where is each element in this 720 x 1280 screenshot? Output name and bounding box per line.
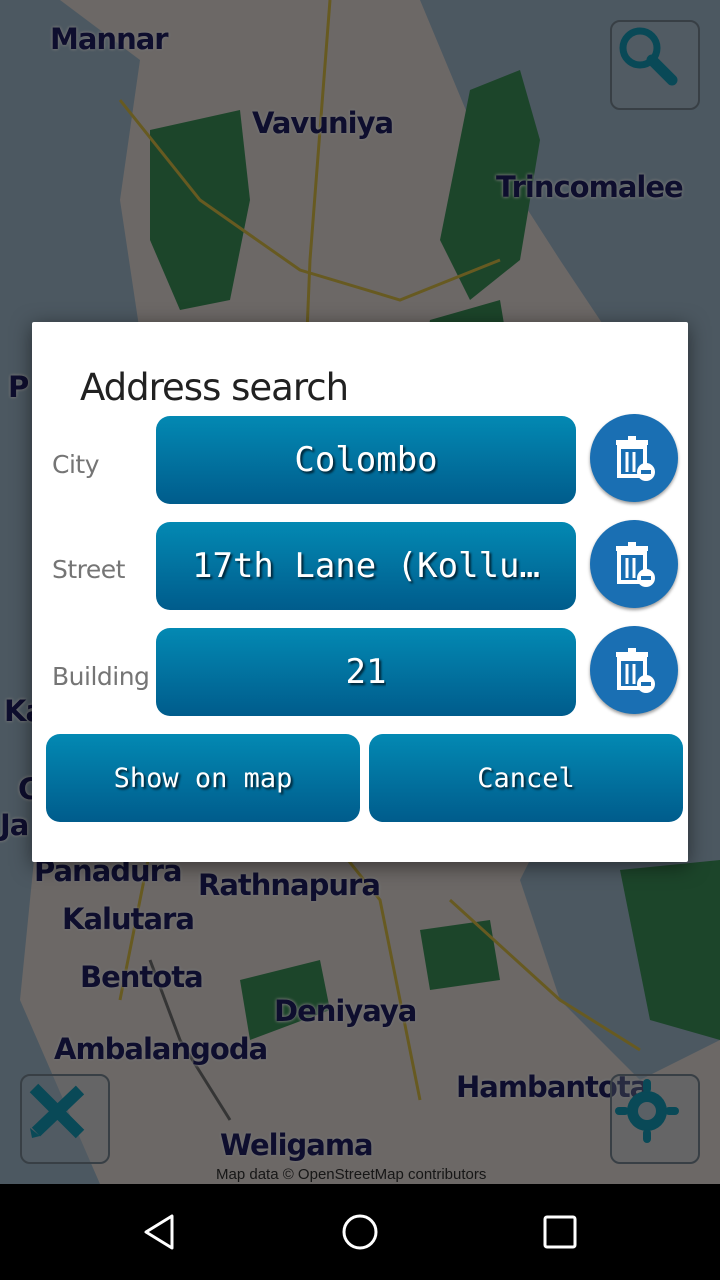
street-value: 17th Lane (Kollu… [192,546,540,586]
trash-icon [616,542,655,587]
city-label: City [52,450,100,479]
address-search-dialog: Address search City Colombo Street 17th … [32,322,688,862]
building-field[interactable]: 21 [156,628,576,716]
trash-icon [616,648,655,693]
back-button[interactable] [130,1202,190,1262]
cancel-button[interactable]: Cancel [369,734,683,822]
clear-city-button[interactable] [590,414,678,502]
building-value: 21 [345,652,387,692]
back-icon [144,1214,174,1250]
home-button[interactable] [330,1202,390,1262]
dialog-title: Address search [80,366,349,409]
recents-button[interactable] [530,1202,590,1262]
navigation-bar [0,1184,720,1280]
street-label: Street [52,555,125,584]
trash-icon [616,436,655,481]
city-field[interactable]: Colombo [156,416,576,504]
recents-icon [543,1215,577,1249]
clear-street-button[interactable] [590,520,678,608]
clear-building-button[interactable] [590,626,678,714]
street-field[interactable]: 17th Lane (Kollu… [156,522,576,610]
building-label: Building [52,662,150,691]
city-value: Colombo [294,440,438,480]
show-on-map-button[interactable]: Show on map [46,734,360,822]
home-icon [342,1214,378,1250]
